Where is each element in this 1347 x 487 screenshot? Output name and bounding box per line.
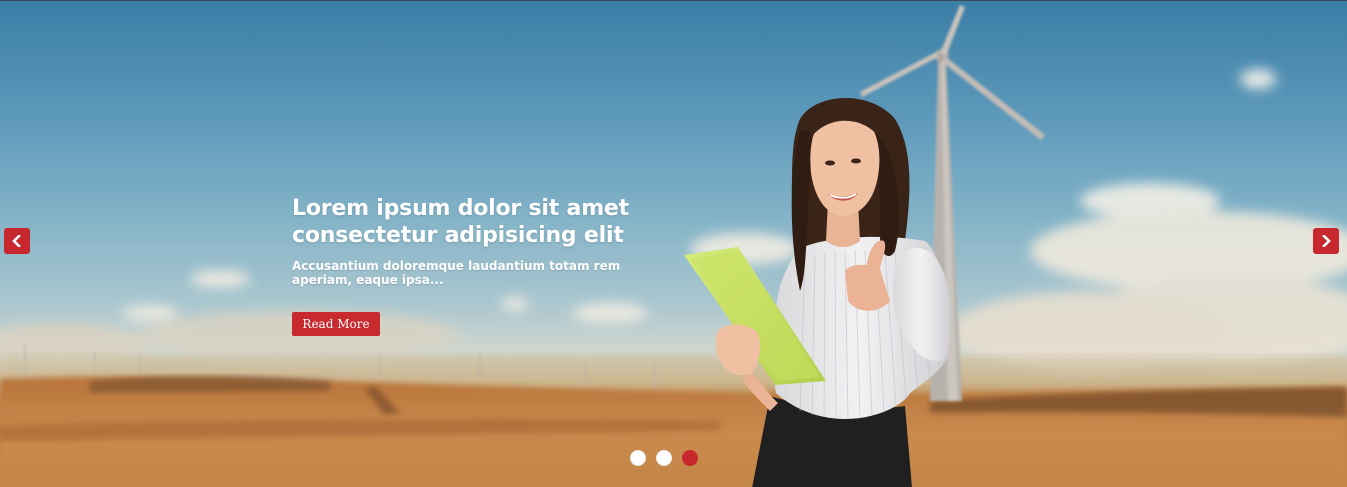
slide-description: Accusantium doloremque laudantium totam … [292,259,621,287]
pagination-dot-3[interactable] [682,450,698,466]
slider-pagination [630,450,698,466]
read-more-button[interactable]: Read More [292,312,380,336]
slider-prev-button[interactable] [4,228,30,254]
chevron-left-icon [12,235,22,247]
slide-title: Lorem ipsum dolor sit amet consectetur a… [292,195,672,249]
hero-slider: Lorem ipsum dolor sit amet consectetur a… [0,0,1347,487]
slide-background-image [0,5,1347,487]
slide-caption: Lorem ipsum dolor sit amet consectetur a… [292,195,672,287]
slide-title-line-2: consectetur adipisicing elit [292,223,624,248]
slider-next-button[interactable] [1313,228,1339,254]
slide-title-line-1: Lorem ipsum dolor sit amet [292,196,629,221]
pagination-dot-1[interactable] [630,450,646,466]
chevron-right-icon [1321,235,1331,247]
pagination-dot-2[interactable] [656,450,672,466]
